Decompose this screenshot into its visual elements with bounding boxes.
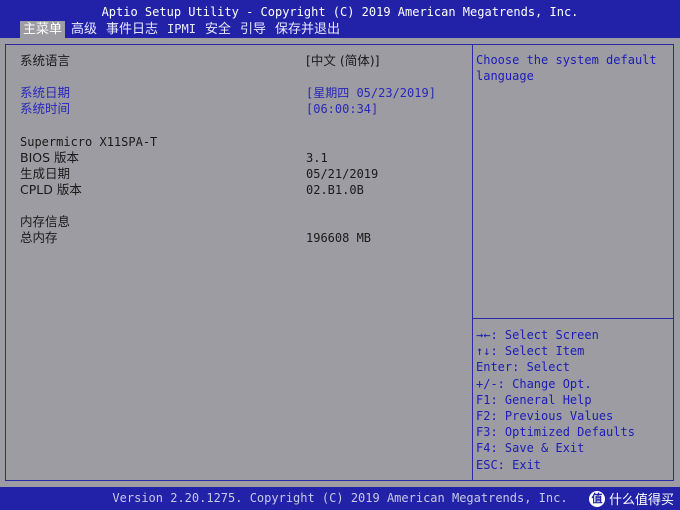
tab-security[interactable]: 安全 <box>202 21 234 38</box>
key-general-help: F1: General Help <box>476 392 592 407</box>
key-save-exit: F4: Save & Exit <box>476 441 585 456</box>
watermark-badge-icon: 值 <box>588 490 605 507</box>
bios-value: 3.1 <box>306 151 328 165</box>
cpld-label: CPLD 版本 <box>20 182 82 197</box>
key-select-screen: →←: Select Screen <box>476 328 599 342</box>
date-value[interactable]: [星期四 05/23/2019] <box>306 85 436 101</box>
tab-save-exit[interactable]: 保存并退出 <box>272 21 343 38</box>
time-label: 系统时间 <box>20 101 71 116</box>
help-text: Choose the system default language <box>476 53 657 83</box>
build-date-label: 生成日期 <box>20 166 71 181</box>
tab-event-log[interactable]: 事件日志 <box>103 21 161 38</box>
board-name: Supermicro X11SPA-T <box>20 135 158 149</box>
time-value[interactable]: [06:00:34] <box>306 101 378 117</box>
app-title: Aptio Setup Utility - Copyright (C) 2019… <box>101 5 579 19</box>
build-date-value: 05/21/2019 <box>306 167 379 181</box>
tab-advanced[interactable]: 高级 <box>68 21 100 38</box>
date-label: 系统日期 <box>20 85 71 100</box>
language-value[interactable]: [中文 (简体)] <box>306 53 379 69</box>
menu-tabs: 主菜单 高级 事件日志 IPMI 安全 引导 保存并退出 <box>20 21 346 38</box>
tab-ipmi[interactable]: IPMI <box>164 21 199 38</box>
key-legend: →←: Select Screen ↑↓: Select Item Enter:… <box>476 327 635 473</box>
key-previous-values: F2: Previous Values <box>476 408 614 423</box>
watermark-text: 什么值得买 <box>608 493 674 508</box>
tab-boot[interactable]: 引导 <box>237 21 269 38</box>
bottom-bar: Version 2.20.1275. Copyright (C) 2019 Am… <box>0 487 680 510</box>
key-select-item: ↑↓: Select Item <box>476 344 585 359</box>
help-divider <box>473 318 673 319</box>
total-memory-value: 196608 MB <box>306 231 372 245</box>
key-change-opt: +/-: Change Opt. <box>476 376 592 391</box>
memory-section-heading: 内存信息 <box>20 214 71 229</box>
panel-divider <box>472 44 473 481</box>
watermark: 值 什么值得买 <box>588 489 674 508</box>
footer-version: Version 2.20.1275. Copyright (C) 2019 Am… <box>112 491 568 505</box>
key-enter-select: Enter: Select <box>476 360 570 375</box>
key-esc-exit: ESC: Exit <box>476 457 542 472</box>
total-memory-label: 总内存 <box>20 230 58 245</box>
language-label: 系统语言 <box>20 53 71 68</box>
bios-label: BIOS 版本 <box>20 150 80 165</box>
tab-main[interactable]: 主菜单 <box>20 21 66 38</box>
cpld-value: 02.B1.0B <box>306 183 364 197</box>
top-bar: Aptio Setup Utility - Copyright (C) 2019… <box>0 0 680 38</box>
key-optimized-defaults: F3: Optimized Defaults <box>476 425 635 440</box>
